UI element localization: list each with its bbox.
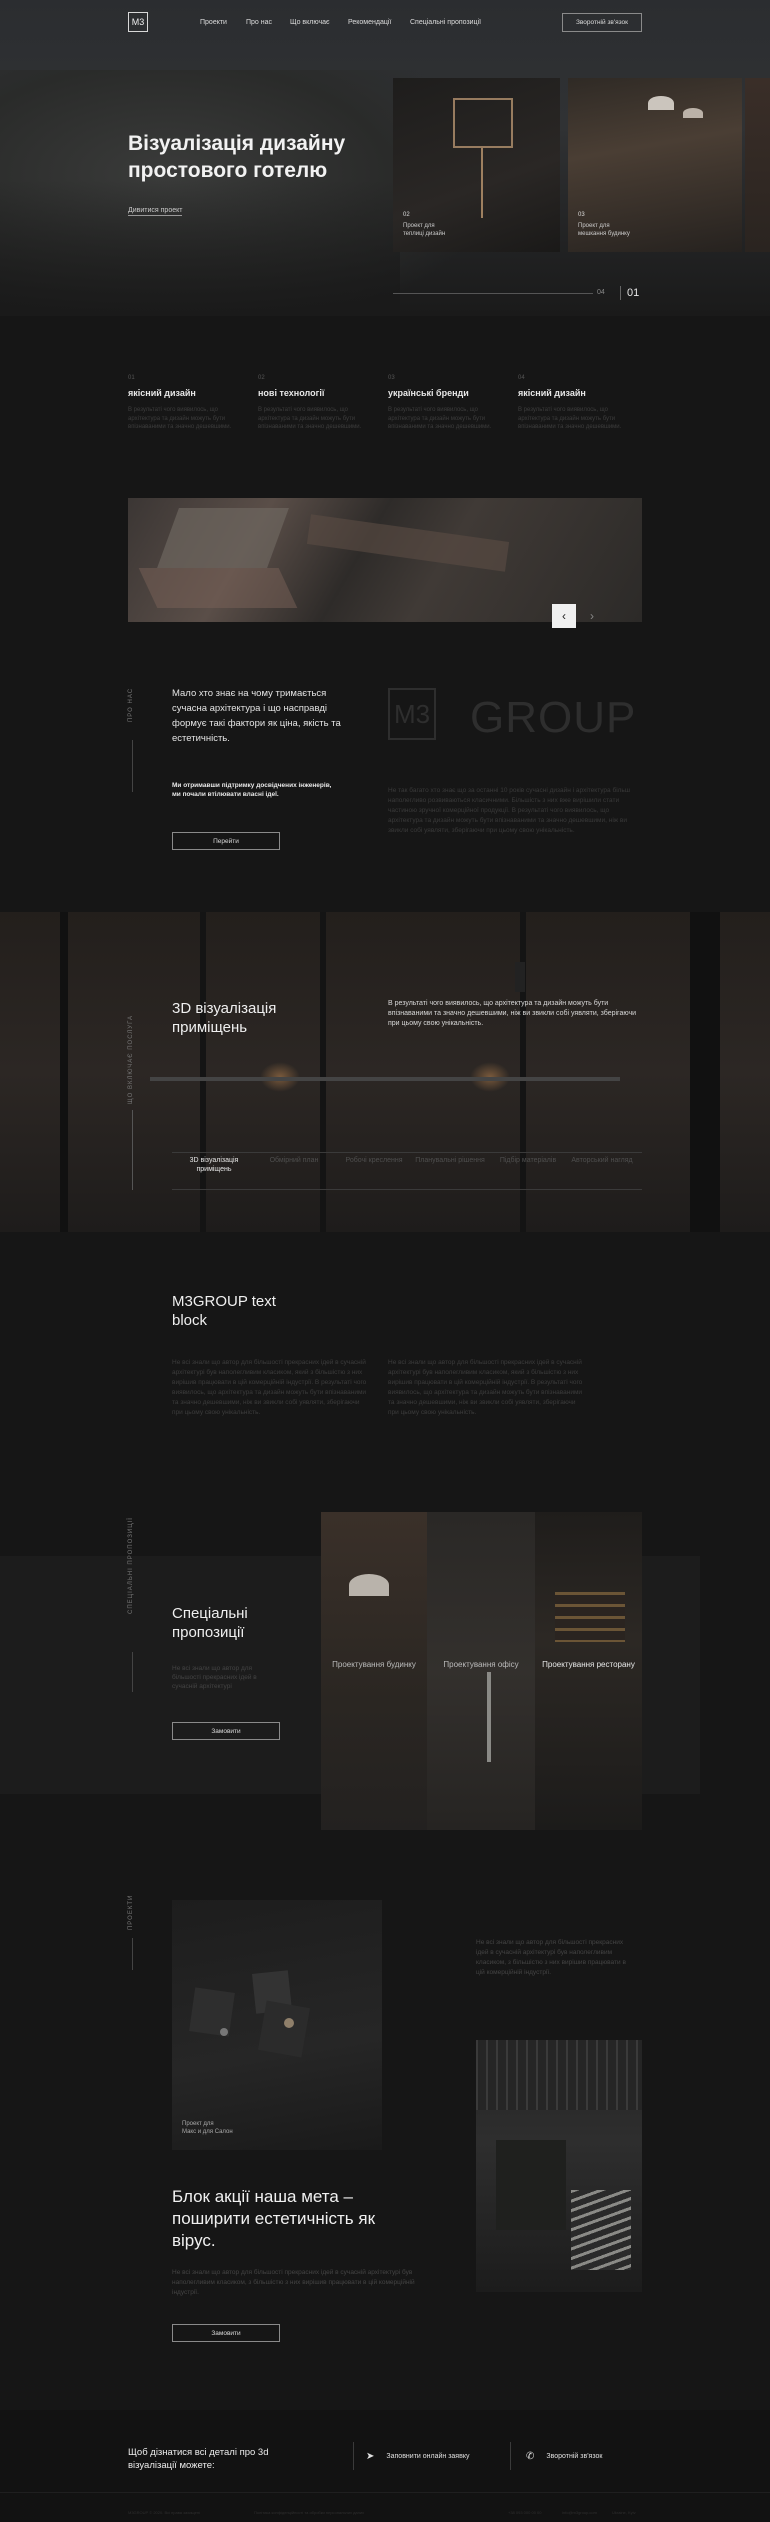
nav-projects[interactable]: Проекти	[200, 19, 227, 26]
special-text: Не всі знали що автор для більшості прек…	[172, 1665, 257, 1690]
offer-card-office[interactable]: Проектування офісу	[427, 1512, 535, 1830]
offer-label: Проектування будинку	[332, 1660, 416, 1669]
feature-number: 03	[388, 375, 395, 381]
tab-working-drawings[interactable]: Робочі креслення	[334, 1156, 414, 1165]
project-card-label: Проект для Макс и для Салон	[182, 2121, 233, 2135]
offer-card-restaurant[interactable]: Проектування ресторану	[535, 1512, 642, 1830]
offer-card-house[interactable]: Проектування будинку	[321, 1512, 427, 1830]
slider-next-arrow-icon[interactable]: ›	[580, 604, 604, 628]
card-label: Проект для теплиці дизайн	[403, 223, 446, 237]
feature-item: 01 якісний дизайн В результаті чого вияв…	[128, 375, 250, 432]
section-label-about: ПРО НАС	[128, 687, 134, 722]
about-subheading: Ми отримавши підтримку досвідчених інжен…	[172, 782, 332, 798]
projects-title: Блок акції наша мета – поширити естетичн…	[172, 2187, 376, 2250]
hero-card-partial	[745, 78, 770, 252]
hero-view-project-link[interactable]: Дивитися проект	[128, 207, 183, 216]
footer-privacy-link[interactable]: Політика конфіденційності та обробки пер…	[254, 2510, 364, 2515]
footer-copyright: М3GROUP © 2020. Всі права захищені	[128, 2510, 201, 2515]
slide-total: 04	[597, 289, 605, 296]
text-block-col2: Не всі знали що автор для більшості прек…	[388, 1359, 583, 1416]
section-label-includes: ЩО ВКЛЮЧАЄ ПОСЛУГА	[128, 1015, 134, 1104]
offer-label: Проектування ресторану	[542, 1660, 635, 1669]
card-label: Проект для мешкання будинку	[578, 223, 630, 237]
nav-includes[interactable]: Що включає	[290, 19, 330, 26]
footer	[0, 2410, 770, 2522]
hero-card[interactable]: 03 Проект для мешкання будинку	[568, 78, 742, 252]
about-text: Не так багато хто знає що за останні 10 …	[388, 787, 631, 834]
footer-address: Ukraine, Kyiv	[612, 2510, 636, 2515]
nav-about[interactable]: Про нас	[246, 19, 272, 26]
paper-plane-icon: ➤	[366, 2450, 375, 2462]
section-label-special: СПЕЦІАЛЬНІ ПРОПОЗИЦІЇ	[128, 1517, 134, 1614]
project-card[interactable]: Проект для Макс и для Салон	[172, 1900, 382, 2150]
feedback-button[interactable]: ✆ Зворотній зв'язок	[526, 2446, 642, 2466]
slide-current: 01	[627, 287, 640, 299]
brand-logo-mark: M3	[388, 688, 436, 740]
nav-recommendations[interactable]: Рекомендації	[348, 19, 391, 26]
rooms-title: 3D візуалізація приміщень	[172, 1000, 277, 1036]
feature-item: 04 якісний дизайн В результаті чого вияв…	[518, 375, 640, 432]
tab-measurement-plan[interactable]: Обмірний план	[254, 1156, 334, 1165]
feature-text: В результаті чого виявилось, що архітект…	[388, 407, 492, 430]
feature-title: українські бренди	[388, 388, 469, 398]
logo[interactable]: M3	[128, 12, 148, 32]
feature-text: В результаті чого виявилось, що архітект…	[128, 407, 232, 430]
hero-card[interactable]: 02 Проект для теплиці дизайн	[393, 78, 560, 252]
tab-author-supervision[interactable]: Авторський нагляд	[562, 1156, 642, 1165]
special-title: Спеціальні пропозиції	[172, 1605, 248, 1641]
footer-email[interactable]: info@m3group.com	[562, 2510, 597, 2515]
feature-number: 01	[128, 375, 135, 381]
project-image-interior	[476, 2040, 642, 2292]
contact-button[interactable]: Зворотній зв'язок	[562, 13, 642, 32]
feature-text: В результаті чого виявилось, що архітект…	[258, 407, 362, 430]
slider-progress	[393, 293, 593, 294]
tab-planning-solutions[interactable]: Планувальні рішення	[410, 1156, 490, 1165]
footer-heading: Щоб дізнатися всі деталі про 3d візуаліз…	[128, 2447, 269, 2471]
footer-phone[interactable]: +38 093 000 00 00	[508, 2510, 541, 2515]
feature-title: нові технології	[258, 388, 325, 398]
feature-item: 02 нові технології В результаті чого вия…	[258, 375, 380, 432]
card-number: 02	[403, 212, 410, 218]
feature-title: якісний дизайн	[128, 388, 196, 398]
text-block-col1: Не всі знали що автор для більшості прек…	[172, 1359, 367, 1416]
slider-prev-arrow-icon[interactable]: ‹	[552, 604, 576, 628]
feature-title: якісний дизайн	[518, 388, 586, 398]
about-go-button[interactable]: Перейти	[172, 832, 280, 850]
card-number: 03	[578, 212, 585, 218]
nav-special-offers[interactable]: Спеціальні пропозиції	[410, 19, 481, 26]
section-label-projects: ПРОЕКТИ	[128, 1894, 134, 1930]
projects-text: Не всі знали що автор для більшості прек…	[172, 2269, 415, 2296]
about-heading: Мало хто знає на чому тримається сучасна…	[172, 688, 341, 744]
projects-side-text: Не всі знали що автор для більшості прек…	[476, 1939, 626, 1976]
projects-order-button[interactable]: Замовити	[172, 2324, 280, 2342]
feature-number: 02	[258, 375, 265, 381]
phone-icon: ✆	[526, 2450, 535, 2462]
tab-3d-visualization[interactable]: 3D візуалізація приміщень	[174, 1156, 254, 1174]
brand-logo-text: GROUP	[470, 693, 637, 742]
hero-title: Візуалізація дизайну простового готелю	[128, 132, 346, 182]
feature-item: 03 українські бренди В результаті чого в…	[388, 375, 510, 432]
feature-text: В результаті чого виявилось, що архітект…	[518, 407, 622, 430]
rooms-text: В результаті чого виявилось, що архітект…	[388, 1000, 637, 1027]
offer-label: Проектування офісу	[443, 1660, 519, 1669]
tab-material-selection[interactable]: Підбір матеріалів	[488, 1156, 568, 1165]
text-block-title: M3GROUP text block	[172, 1293, 276, 1329]
online-request-button[interactable]: ➤ Заповнити онлайн заявку	[366, 2446, 506, 2466]
special-order-button[interactable]: Замовити	[172, 1722, 280, 1740]
feedback-label: Зворотній зв'язок	[546, 2452, 603, 2460]
feature-number: 04	[518, 375, 525, 381]
online-request-label: Заповнити онлайн заявку	[386, 2452, 470, 2460]
